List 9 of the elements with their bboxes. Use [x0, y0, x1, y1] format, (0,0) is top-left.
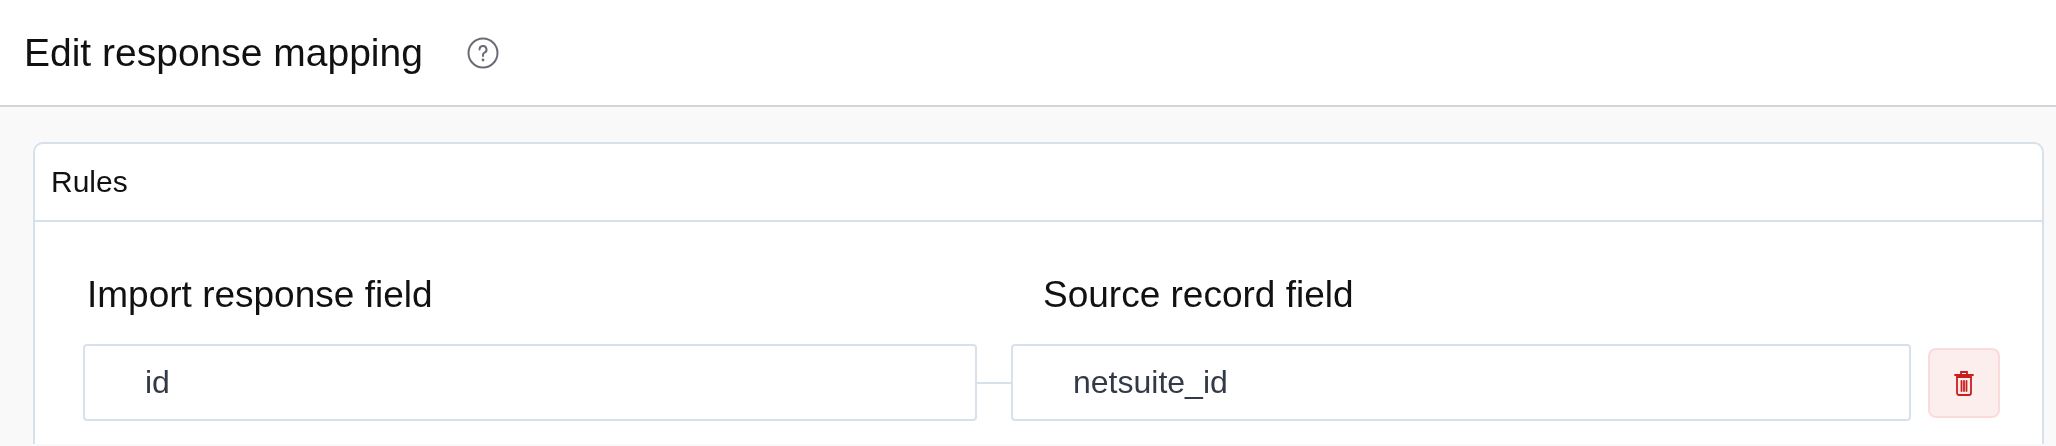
column-label: Import response field [87, 274, 434, 316]
page-title: Edit response mapping [24, 30, 423, 75]
column-label: Source record field [1043, 274, 1355, 316]
input-field[interactable]: id [83, 344, 977, 421]
input-field[interactable]: netsuite_id [1011, 344, 1911, 421]
panel-title: Rules [51, 165, 128, 199]
help-icon[interactable] [466, 36, 499, 69]
delete-button[interactable] [1928, 347, 2000, 418]
trash-icon [1953, 368, 1975, 397]
